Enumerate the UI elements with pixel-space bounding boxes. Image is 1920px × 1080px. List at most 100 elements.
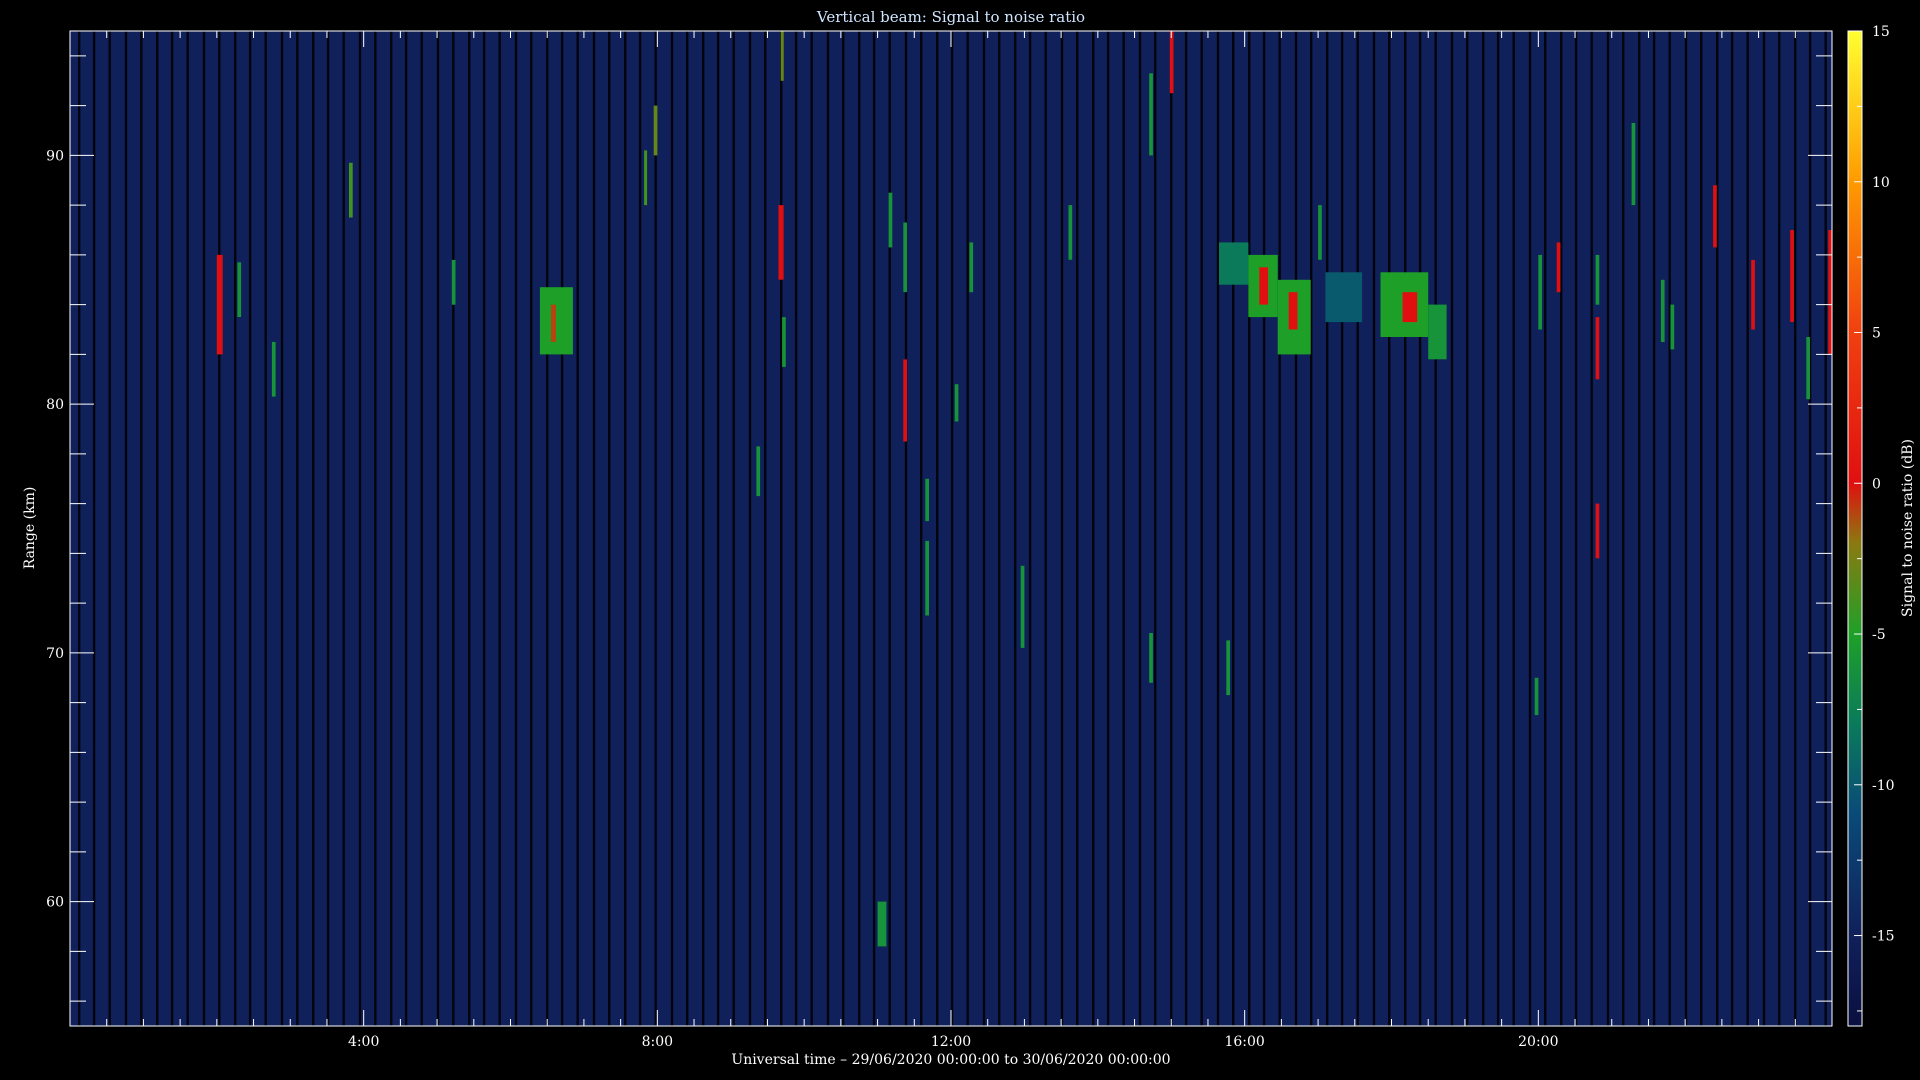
echo-patch: [349, 162, 353, 218]
gap-stripe: [1434, 31, 1437, 1026]
echo-patch: [1428, 304, 1447, 360]
gap-stripe: [1028, 31, 1032, 1026]
gap-stripe: [1560, 31, 1563, 1026]
gap-stripe: [342, 31, 345, 1026]
gap-stripe: [530, 31, 533, 1026]
colorbar-tick-label: 15: [1872, 24, 1890, 40]
gap-stripe: [1746, 31, 1749, 1026]
gap-stripe: [1638, 31, 1641, 1026]
gap-stripe: [498, 31, 501, 1026]
gap-stripe: [920, 31, 923, 1026]
colorbar-tick-label: 0: [1872, 476, 1881, 492]
gap-stripe: [390, 31, 393, 1026]
echo-patch: [1595, 254, 1600, 305]
gap-stripe: [404, 31, 408, 1026]
echo-patch: [1325, 272, 1363, 323]
x-axis-label: Universal time – 29/06/2020 00:00:00 to …: [731, 1052, 1170, 1068]
echo-patch: [780, 31, 784, 81]
gap-stripe: [186, 31, 189, 1026]
echo-patch: [925, 540, 929, 616]
gap-stripe: [452, 31, 455, 1026]
gap-stripe: [514, 31, 518, 1026]
y-axis-label: Range (km): [22, 487, 38, 570]
gap-stripe: [1278, 31, 1281, 1026]
gap-stripe: [1404, 31, 1407, 1026]
gap-stripe: [1154, 31, 1157, 1026]
colorbar-tick-label: -10: [1872, 778, 1895, 794]
gap-stripe: [1106, 31, 1110, 1026]
echo-patch: [653, 105, 658, 156]
y-tick-label: 80: [46, 397, 64, 413]
gap-stripe: [1606, 31, 1610, 1026]
gap-stripe: [638, 31, 642, 1026]
colorbar-tick-label: 5: [1872, 326, 1881, 342]
gap-stripe: [1310, 31, 1313, 1026]
gap-stripe: [1466, 31, 1469, 1026]
gap-stripe: [280, 31, 284, 1026]
gap-stripe: [546, 31, 549, 1026]
gap-stripe: [482, 31, 486, 1026]
gap-stripe: [140, 31, 143, 1026]
gap-stripe: [1590, 31, 1593, 1026]
echo-patch: [237, 262, 242, 317]
gap-stripe: [1528, 31, 1532, 1026]
gap-stripe: [998, 31, 1001, 1026]
gap-stripe: [904, 31, 908, 1026]
gap-stripe: [780, 31, 783, 1026]
echo-patch: [954, 384, 959, 422]
echo-patch: [1288, 292, 1298, 330]
colorbar-tick-label: 10: [1872, 175, 1890, 191]
gap-stripe: [1044, 31, 1047, 1026]
gap-stripe: [842, 31, 845, 1026]
colorbar-tick-label: -15: [1872, 929, 1895, 945]
gap-stripe: [436, 31, 440, 1026]
x-tick-label: 4:00: [348, 1034, 379, 1050]
gap-stripe: [702, 31, 705, 1026]
gap-stripe: [78, 31, 81, 1026]
x-tick-label: 16:00: [1224, 1034, 1264, 1050]
x-tick-label: 12:00: [931, 1034, 971, 1050]
gap-stripe: [810, 31, 813, 1026]
gap-stripe: [1512, 31, 1515, 1026]
echo-patch: [1149, 73, 1153, 156]
echo-patch: [1806, 337, 1810, 400]
echo-patch: [1660, 279, 1665, 342]
colorbar-label: Signal to noise ratio (dB): [1900, 439, 1916, 617]
gap-stripe: [872, 31, 876, 1026]
echo-patch: [903, 222, 907, 293]
echo-patch: [1318, 205, 1322, 260]
gap-stripe: [1340, 31, 1344, 1026]
gap-stripe: [296, 31, 299, 1026]
gap-stripe: [374, 31, 377, 1026]
gap-stripe: [1184, 31, 1188, 1026]
gap-stripe: [1200, 31, 1203, 1026]
gap-stripe: [1544, 31, 1547, 1026]
gap-stripe: [592, 31, 596, 1026]
gap-stripe: [170, 31, 174, 1026]
gap-stripe: [1138, 31, 1142, 1026]
echo-patch: [539, 287, 573, 355]
gap-stripe: [420, 31, 423, 1026]
echo-patch: [1828, 230, 1832, 355]
y-tick-label: 70: [46, 646, 64, 662]
echo-patch: [877, 901, 887, 947]
gap-stripe: [1730, 31, 1734, 1026]
echo-patch: [1534, 677, 1539, 716]
echo-patch: [1226, 640, 1230, 696]
gap-stripe: [468, 31, 471, 1026]
gap-stripe: [1808, 31, 1812, 1026]
y-tick-label: 90: [46, 148, 64, 164]
gap-stripe: [748, 31, 752, 1026]
gap-stripe: [936, 31, 939, 1026]
echo-patch: [925, 478, 929, 522]
gap-stripe: [1496, 31, 1500, 1026]
echo-patch: [1219, 242, 1249, 285]
echo-patch: [550, 304, 556, 342]
gap-stripe: [1482, 31, 1485, 1026]
gap-stripe: [1418, 31, 1422, 1026]
gap-stripe: [1668, 31, 1671, 1026]
gap-stripe: [576, 31, 579, 1026]
gap-stripe: [156, 31, 159, 1026]
gap-stripe: [358, 31, 362, 1026]
echo-patch: [1259, 267, 1269, 305]
